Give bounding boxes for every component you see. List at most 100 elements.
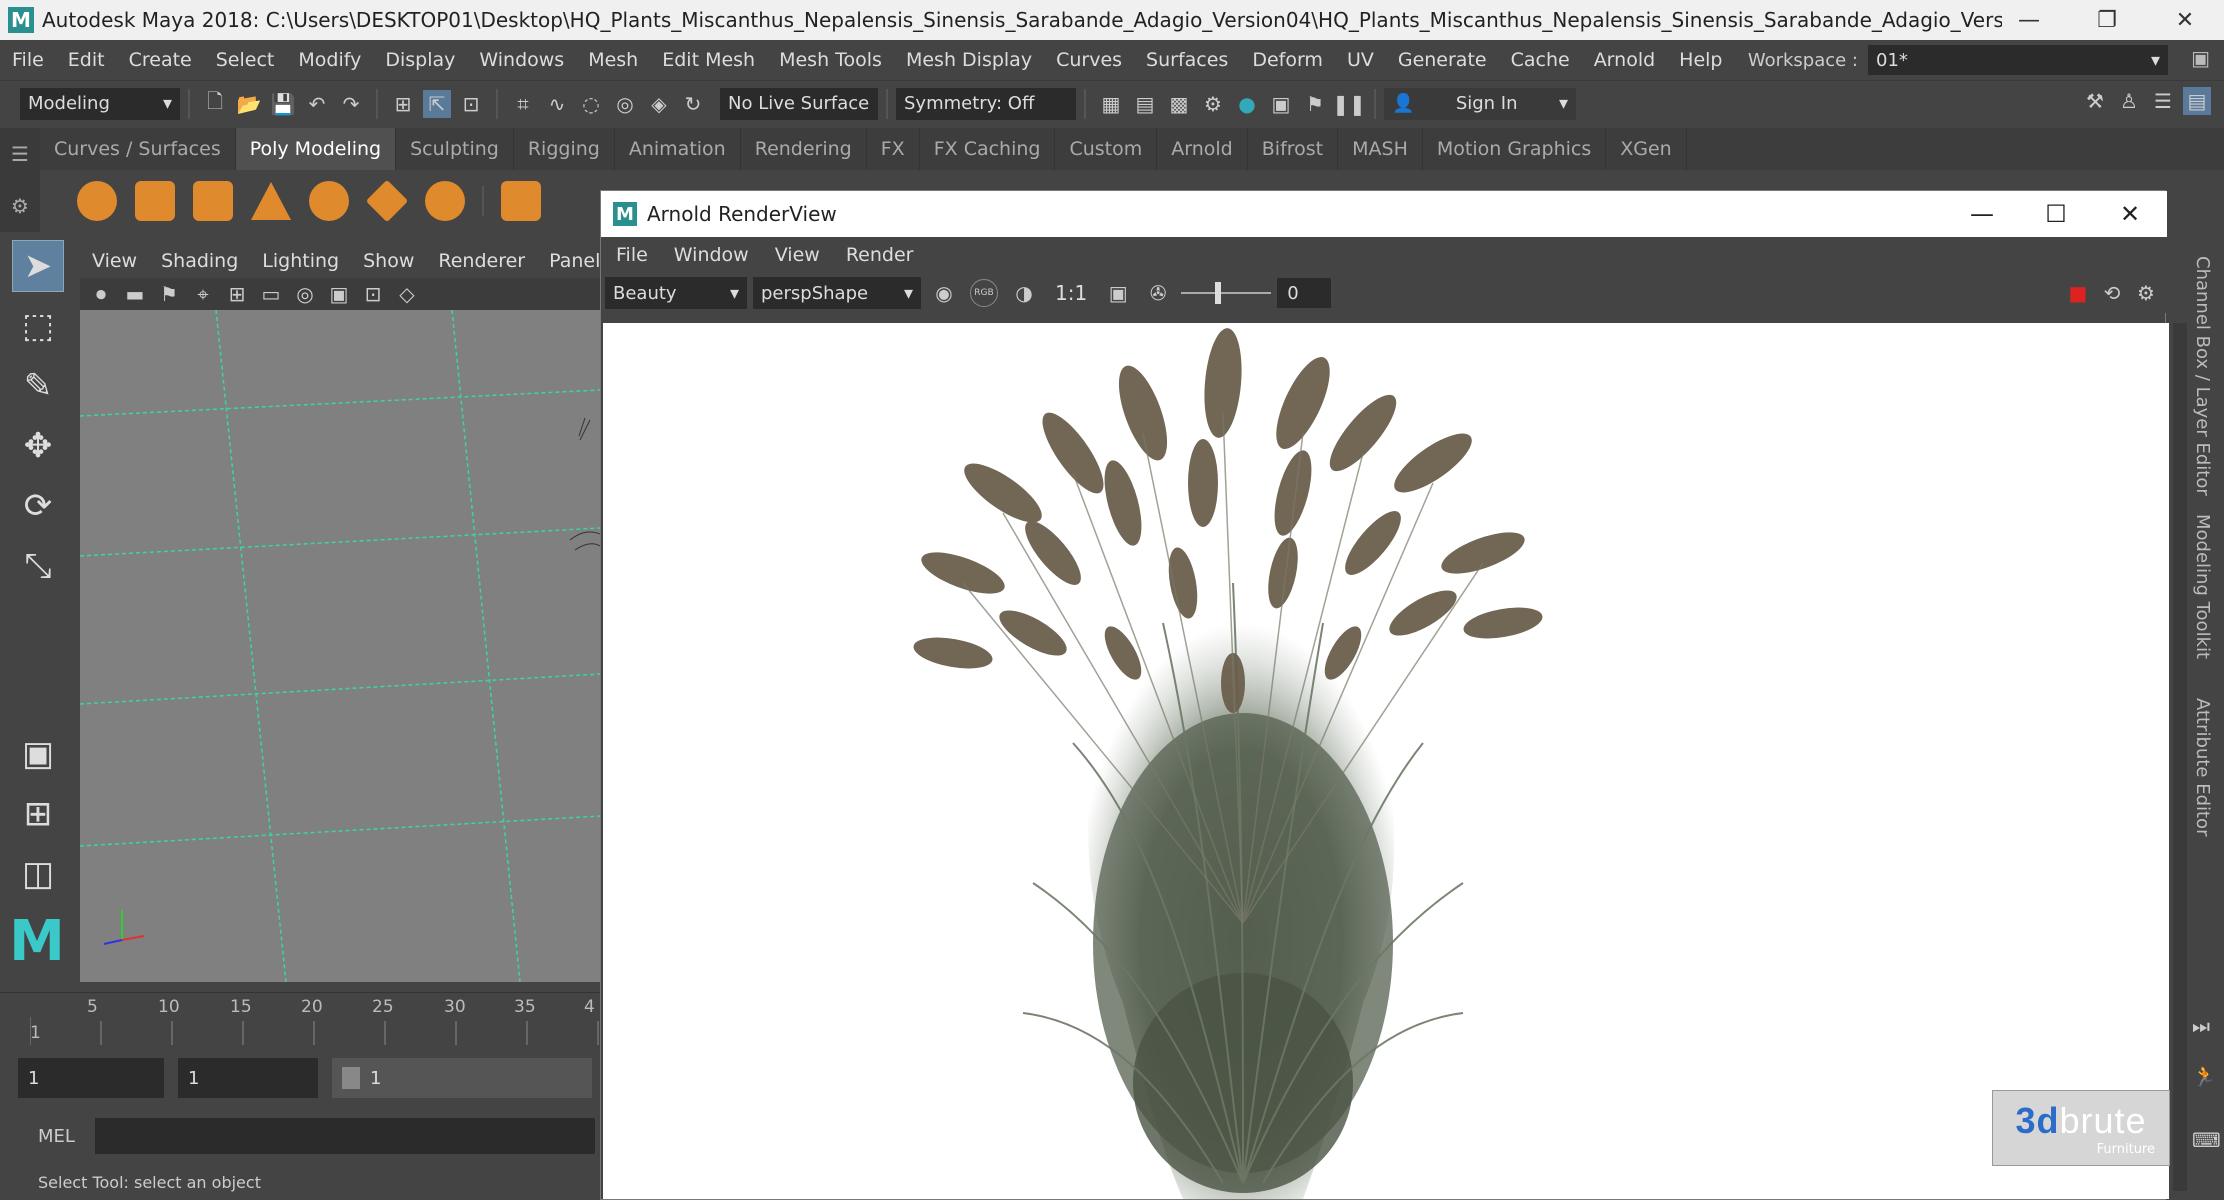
arnold-menu-view[interactable]: View [762, 244, 833, 266]
menu-mesh-display[interactable]: Mesh Display [894, 40, 1044, 80]
select-tool-icon[interactable]: ➤ [12, 240, 64, 292]
poly-cube-icon[interactable] [135, 181, 175, 221]
render-canvas[interactable] [603, 323, 2169, 1199]
render-region-icon[interactable]: ◉ [930, 279, 958, 307]
new-scene-icon[interactable]: 🗋 [201, 89, 229, 118]
close-icon[interactable]: ✕ [2093, 191, 2167, 237]
snap-options-icon[interactable]: ↻ [679, 90, 707, 118]
restore-icon[interactable]: ❐ [2068, 0, 2146, 40]
range-current-field[interactable]: 1 [178, 1058, 318, 1098]
range-bar[interactable]: 1 [332, 1058, 592, 1098]
image-plane-icon[interactable]: ⌖ [189, 280, 217, 308]
shelf-tab-xgen[interactable]: XGen [1606, 128, 1687, 170]
menu-windows[interactable]: Windows [467, 40, 576, 80]
camera-icon[interactable]: ⏺ [87, 280, 115, 308]
menu-deform[interactable]: Deform [1240, 40, 1335, 80]
snap-surface-icon[interactable]: ◈ [645, 90, 673, 118]
menu-edit[interactable]: Edit [56, 40, 117, 80]
wireframe-icon[interactable]: ◇ [393, 280, 421, 308]
workspace-dropdown[interactable]: 01* ▾ [1868, 45, 2168, 75]
menu-select[interactable]: Select [204, 40, 287, 80]
minimize-icon[interactable]: — [1945, 191, 2019, 237]
shelf-tab-arnold[interactable]: Arnold [1157, 128, 1248, 170]
character-icon[interactable]: 🏃 [2192, 1064, 2217, 1088]
shelf-tab-mash[interactable]: MASH [1338, 128, 1423, 170]
zoom-1-1-button[interactable]: 1:1 [1055, 281, 1087, 305]
poly-sphere-icon[interactable] [77, 181, 117, 221]
snap-view-icon[interactable]: ◎ [611, 90, 639, 118]
shelf-settings-icon[interactable]: ⚙ [11, 194, 29, 218]
channel-box-icon[interactable]: ▤ [2183, 87, 2211, 115]
menu-modify[interactable]: Modify [286, 40, 373, 80]
exposure-slider[interactable] [1181, 282, 1272, 304]
film-gate-icon[interactable]: ▭ [257, 280, 285, 308]
shelf-tab-motion-graphics[interactable]: Motion Graphics [1423, 128, 1607, 170]
menu-create[interactable]: Create [117, 40, 204, 80]
rotate-tool-icon[interactable]: ⟳ [12, 480, 64, 532]
menu-uv[interactable]: UV [1335, 40, 1386, 80]
shelf-tab-sculpting[interactable]: Sculpting [396, 128, 514, 170]
shelf-tab-fx-caching[interactable]: FX Caching [920, 128, 1056, 170]
camera-attr-icon[interactable]: ▬ [121, 280, 149, 308]
redo-icon[interactable]: ↷ [337, 90, 365, 118]
move-tool-icon[interactable]: ✥ [12, 420, 64, 472]
render-settings-icon[interactable]: ⚙ [1199, 90, 1227, 118]
shelf-tab-rigging[interactable]: Rigging [514, 128, 615, 170]
time-slider[interactable]: 1 5 10 15 20 25 30 35 4 [0, 992, 600, 1048]
platonic-solid-icon[interactable] [501, 181, 541, 221]
safe-action-icon[interactable]: ▣ [325, 280, 353, 308]
lasso-tool-icon[interactable]: ⬚ [12, 300, 64, 352]
snap-curve-icon[interactable]: ∿ [543, 90, 571, 118]
menu-curves[interactable]: Curves [1044, 40, 1134, 80]
modeling-toolkit-tab[interactable]: Modeling Toolkit [2192, 514, 2213, 659]
arnold-render-icon[interactable]: ▣ [1267, 90, 1295, 118]
shelf-tab-rendering[interactable]: Rendering [741, 128, 867, 170]
shelf-tab-curves-surfaces[interactable]: Curves / Surfaces [40, 128, 236, 170]
modeling-toolkit-icon[interactable]: ⚒ [2081, 87, 2109, 115]
render-sequence-icon[interactable]: ▤ [1131, 90, 1159, 118]
menu-cache[interactable]: Cache [1499, 40, 1582, 80]
shelf-tab-poly-modeling[interactable]: Poly Modeling [235, 128, 397, 170]
live-surface-field[interactable]: No Live Surface [720, 87, 878, 120]
minimize-icon[interactable]: — [1990, 0, 2068, 40]
refresh-icon[interactable]: ⟲ [2098, 279, 2126, 307]
arnold-menu-render[interactable]: Render [833, 244, 927, 266]
exposure-icon[interactable]: ✇ [1144, 279, 1172, 307]
attribute-editor-icon[interactable]: ☰ [2149, 87, 2177, 115]
scale-tool-icon[interactable]: ⤡ [12, 540, 64, 592]
exposure-handle[interactable] [1215, 282, 1222, 304]
bookmark-icon[interactable]: ⚑ [155, 280, 183, 308]
select-component-icon[interactable]: ⊡ [457, 90, 485, 118]
menu-mesh-tools[interactable]: Mesh Tools [767, 40, 894, 80]
shelf-tab-animation[interactable]: Animation [615, 128, 741, 170]
poly-cylinder-icon[interactable] [193, 181, 233, 221]
menu-mesh[interactable]: Mesh [576, 40, 650, 80]
select-object-icon[interactable]: ⇱ [423, 89, 451, 118]
viewport-menu-renderer[interactable]: Renderer [426, 250, 537, 272]
maximize-icon[interactable]: ☐ [2019, 191, 2093, 237]
shelf-tab-bifrost[interactable]: Bifrost [1248, 128, 1339, 170]
undo-icon[interactable]: ↶ [303, 90, 331, 118]
perspective-viewport[interactable] [80, 310, 600, 982]
aov-dropdown[interactable]: Beauty ▾ [605, 277, 747, 309]
render-frame-icon[interactable]: ▦ [1097, 90, 1125, 118]
poly-torus-icon[interactable] [309, 181, 349, 221]
arnold-ipr-icon[interactable]: ⚑ [1301, 90, 1329, 118]
select-hierarchy-icon[interactable]: ⊞ [389, 90, 417, 118]
shelf-tab-fx[interactable]: FX [867, 128, 920, 170]
pause-icon[interactable]: ❚❚ [1332, 90, 1366, 118]
color-correct-icon[interactable]: ◑ [1010, 279, 1038, 307]
menu-expand-icon[interactable]: ▣ [2191, 46, 2210, 70]
settings-gear-icon[interactable]: ⚙ [2132, 279, 2160, 307]
snap-grid-icon[interactable]: ⌗ [509, 90, 537, 118]
four-view-icon[interactable]: ⊞ [12, 788, 64, 840]
attribute-editor-tab[interactable]: Attribute Editor [2192, 698, 2213, 836]
close-icon[interactable]: ✕ [2146, 0, 2224, 40]
safe-title-icon[interactable]: ⊡ [359, 280, 387, 308]
menu-file[interactable]: File [0, 40, 56, 80]
exposure-value[interactable]: 0 [1277, 278, 1332, 308]
poly-disc-icon[interactable] [425, 181, 465, 221]
shelf-menu-icon[interactable]: ☰ [11, 142, 29, 166]
single-perspective-icon[interactable]: ▣ [12, 728, 64, 780]
script-editor-icon[interactable]: ⌨ [2192, 1128, 2221, 1152]
